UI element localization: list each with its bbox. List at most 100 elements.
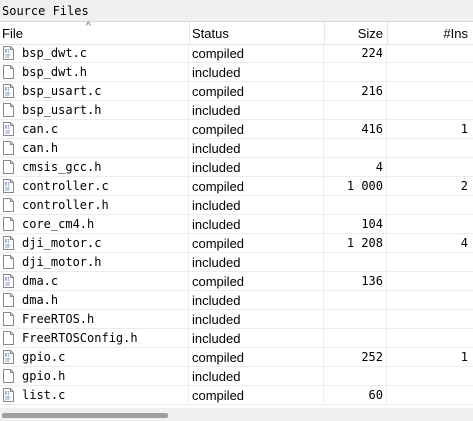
file-name: dma.h (22, 293, 59, 307)
file-cell[interactable]: 01 10 dji_motor.c (0, 234, 189, 253)
file-cell[interactable]: dma.h (0, 291, 189, 310)
ins-cell: 4 (387, 234, 473, 253)
scrollbar-thumb[interactable] (2, 413, 168, 418)
size-cell (324, 291, 387, 310)
file-name: bsp_usart.h (22, 103, 102, 117)
file-cell[interactable]: controller.h (0, 196, 189, 215)
column-header-ins[interactable]: #Ins (387, 22, 468, 44)
status-cell: included (189, 101, 324, 120)
file-cell[interactable]: FreeRTOSConfig.h (0, 329, 189, 348)
table-row[interactable]: FreeRTOS.h included (0, 310, 473, 329)
ins-cell (387, 158, 473, 177)
file-cell[interactable]: bsp_usart.h (0, 101, 189, 120)
file-name: cmsis_gcc.h (22, 160, 102, 174)
file-name: can.c (22, 122, 59, 136)
status-cell: compiled (189, 44, 324, 63)
file-cell[interactable]: 01 10 bsp_usart.c (0, 82, 189, 101)
table-row[interactable]: bsp_usart.h included (0, 101, 473, 120)
ins-cell (387, 272, 473, 291)
table-row[interactable]: dma.h included (0, 291, 473, 310)
size-cell (324, 253, 387, 272)
table-row[interactable]: 01 10 can.c compiled 416 1 (0, 120, 473, 139)
file-cell[interactable]: can.h (0, 139, 189, 158)
svg-text:10: 10 (5, 243, 11, 248)
size-cell (324, 63, 387, 82)
table-row[interactable]: 01 10 controller.c compiled 1 000 2 (0, 177, 473, 196)
ins-cell (387, 215, 473, 234)
file-cell[interactable]: bsp_dwt.h (0, 63, 189, 82)
file-cell[interactable]: FreeRTOS.h (0, 310, 189, 329)
table-row[interactable]: dji_motor.h included (0, 253, 473, 272)
table-row[interactable]: cmsis_gcc.h included 4 (0, 158, 473, 177)
table-row[interactable]: 01 10 dma.c compiled 136 (0, 272, 473, 291)
file-name: FreeRTOSConfig.h (22, 331, 138, 345)
status-cell: compiled (189, 82, 324, 101)
size-cell: 1 000 (324, 177, 387, 196)
status-cell: included (189, 253, 324, 272)
status-cell: included (189, 63, 324, 82)
status-cell: compiled (189, 177, 324, 196)
size-cell (324, 101, 387, 120)
panel-title: Source Files (0, 0, 473, 22)
column-divider[interactable] (189, 22, 190, 44)
ins-cell: 1 (387, 348, 473, 367)
ins-cell (387, 291, 473, 310)
file-cell[interactable]: core_cm4.h (0, 215, 189, 234)
status-cell: included (189, 329, 324, 348)
status-cell: included (189, 310, 324, 329)
status-cell: compiled (189, 120, 324, 139)
file-icon: 0110 (3, 274, 14, 288)
file-cell[interactable]: 01 10 controller.c (0, 177, 189, 196)
file-cell[interactable]: dji_motor.h (0, 253, 189, 272)
horizontal-scrollbar[interactable] (0, 408, 473, 421)
file-cell[interactable]: 01 10 list.c (0, 386, 189, 405)
file-icon: 0110 (3, 179, 14, 193)
file-cell[interactable]: 01 10 gpio.c (0, 348, 189, 367)
table-row[interactable]: FreeRTOSConfig.h included (0, 329, 473, 348)
table-row[interactable]: 01 10 dji_motor.c compiled 1 208 4 (0, 234, 473, 253)
column-header-size[interactable]: Size (324, 22, 383, 44)
file-icon: 0110 (3, 84, 14, 98)
column-header-file[interactable]: File (2, 22, 188, 44)
file-name: bsp_usart.c (22, 84, 102, 98)
table-row[interactable]: 01 10 bsp_usart.c compiled 216 (0, 82, 473, 101)
size-cell (324, 329, 387, 348)
svg-text:10: 10 (5, 357, 11, 362)
file-name: bsp_dwt.c (22, 46, 88, 60)
file-cell[interactable]: cmsis_gcc.h (0, 158, 189, 177)
ins-cell (387, 139, 473, 158)
column-header-status[interactable]: Status (192, 22, 322, 44)
file-icon: 0110 (3, 388, 14, 402)
file-cell[interactable]: 01 10 dma.c (0, 272, 189, 291)
table-row[interactable]: 01 10 gpio.c compiled 252 1 (0, 348, 473, 367)
file-name: FreeRTOS.h (22, 312, 95, 326)
table-row[interactable]: controller.h included (0, 196, 473, 215)
file-cell[interactable]: gpio.h (0, 367, 189, 386)
table-row[interactable]: 01 10 list.c compiled 60 (0, 386, 473, 405)
file-cell[interactable]: 01 10 can.c (0, 120, 189, 139)
size-cell: 224 (324, 44, 387, 63)
status-cell: included (189, 367, 324, 386)
file-icon: 0110 (3, 236, 14, 250)
table-row[interactable]: 01 10 bsp_dwt.c compiled 224 (0, 44, 473, 63)
file-icon (3, 312, 14, 326)
table-row[interactable]: gpio.h included (0, 367, 473, 386)
file-icon (3, 160, 14, 174)
svg-text:10: 10 (5, 129, 11, 134)
file-name: core_cm4.h (22, 217, 95, 231)
table-row[interactable]: core_cm4.h included 104 (0, 215, 473, 234)
file-name: controller.h (22, 198, 109, 212)
ins-cell (387, 101, 473, 120)
file-icon (3, 331, 14, 345)
svg-text:10: 10 (5, 395, 11, 400)
ins-cell (387, 253, 473, 272)
table-row[interactable]: bsp_dwt.h included (0, 63, 473, 82)
ins-cell (387, 196, 473, 215)
file-name: can.h (22, 141, 59, 155)
svg-text:10: 10 (5, 186, 11, 191)
svg-text:10: 10 (5, 281, 11, 286)
size-cell (324, 196, 387, 215)
file-cell[interactable]: 01 10 bsp_dwt.c (0, 44, 189, 63)
file-icon (3, 293, 14, 307)
table-row[interactable]: can.h included (0, 139, 473, 158)
